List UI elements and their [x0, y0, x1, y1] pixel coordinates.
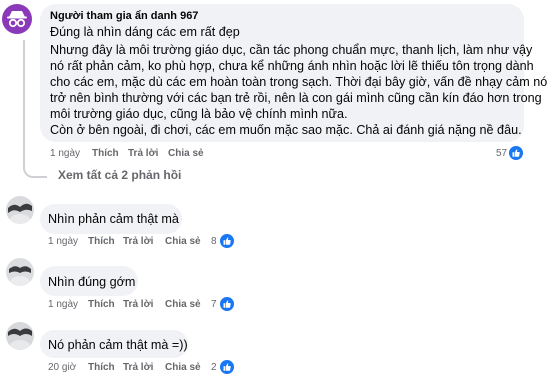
comment-text: Nhìn phản cảm thật mà — [48, 212, 179, 226]
comment-text-line: môi trường giáo dục, cũng là bảo vệ chín… — [50, 107, 348, 121]
comment-text-line: nó rất phản cảm, ko phù hợp, chưa kể nhữ… — [50, 59, 534, 73]
share-button[interactable]: Chia sẻ — [165, 299, 201, 310]
comment-text-line: cho các em, mặc dù các em hoàn toàn tron… — [50, 75, 548, 89]
comment-actions: 1 ngày Thích Trả lời Chia sẻ — [48, 299, 208, 313]
comment-text: Nhìn đúng gớm — [48, 275, 136, 289]
comment-actions: 20 giờ Thích Trả lời Chia sẻ — [48, 362, 208, 376]
comment-author[interactable]: Người tham gia ẩn danh 967 — [50, 10, 198, 22]
user-avatar-icon — [8, 328, 32, 350]
thread-line — [23, 40, 25, 150]
thumbs-up-icon[interactable] — [219, 296, 235, 312]
comment-text-line: Còn ở bên ngoài, đi chơi, các em muốn mặ… — [50, 123, 522, 137]
like-count[interactable]: 7 — [211, 299, 217, 310]
share-button[interactable]: Chia sẻ — [168, 148, 204, 159]
like-button[interactable]: Thích — [88, 362, 115, 373]
comment-text-line: Đúng là nhìn dáng các em rất đẹp — [50, 25, 240, 39]
thread-connector — [23, 150, 47, 178]
user-avatar-icon — [8, 203, 32, 224]
comment-time[interactable]: 1 ngày — [48, 299, 78, 310]
avatar[interactable] — [6, 322, 34, 350]
avatar[interactable] — [6, 196, 34, 224]
comment-text: Nó phản cảm thật mà =)) — [48, 338, 188, 352]
thumbs-up-icon[interactable] — [219, 233, 235, 249]
comment-actions: 1 ngày Thích Trả lời Chia sẻ — [48, 236, 208, 250]
thumbs-up-icon[interactable] — [508, 145, 524, 161]
comment-time[interactable]: 20 giờ — [48, 362, 76, 373]
like-count[interactable]: 8 — [211, 236, 217, 247]
comment-text-line: trở nên bình thường với các bạn trẻ rồi,… — [50, 91, 542, 105]
user-avatar-icon — [9, 266, 31, 286]
like-button[interactable]: Thích — [88, 236, 115, 247]
like-count[interactable]: 2 — [211, 362, 217, 373]
share-button[interactable]: Chia sẻ — [165, 362, 201, 373]
anonymous-avatar-icon — [7, 11, 27, 28]
reply-button[interactable]: Trả lời — [123, 236, 153, 247]
share-button[interactable]: Chia sẻ — [165, 236, 201, 247]
like-count[interactable]: 57 — [496, 148, 507, 159]
like-button[interactable]: Thích — [92, 148, 119, 159]
thumbs-up-icon[interactable] — [219, 359, 235, 375]
reply-button[interactable]: Trả lời — [123, 299, 153, 310]
comment-actions: 1 ngày Thích Trả lời Chia sẻ — [50, 148, 250, 162]
comment-text-line: Nhưng đây là môi trường giáo dục, cần tá… — [50, 43, 533, 57]
avatar[interactable] — [2, 4, 32, 34]
view-all-replies-link[interactable]: Xem tất cả 2 phản hồi — [58, 168, 181, 182]
reply-button[interactable]: Trả lời — [128, 148, 158, 159]
avatar[interactable] — [6, 258, 34, 286]
comment-time[interactable]: 1 ngày — [50, 148, 80, 159]
comment-time[interactable]: 1 ngày — [48, 236, 78, 247]
reply-button[interactable]: Trả lời — [123, 362, 153, 373]
like-button[interactable]: Thích — [88, 299, 115, 310]
